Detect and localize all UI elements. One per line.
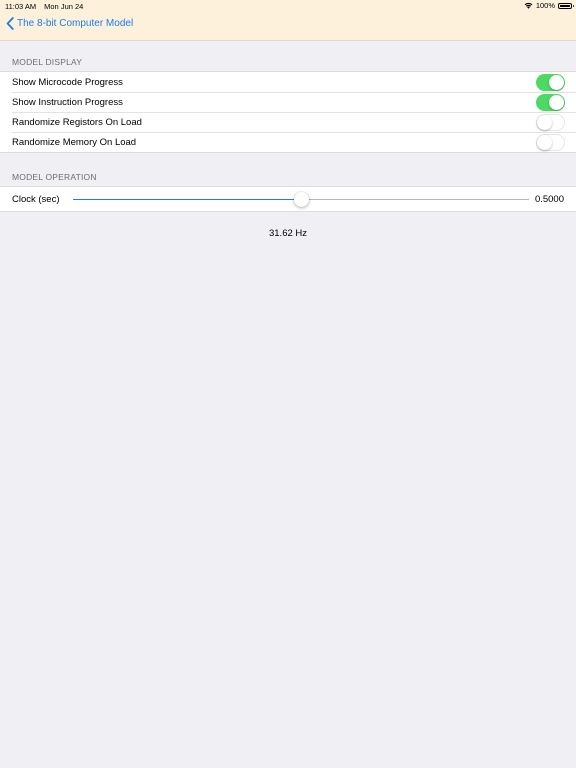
row-show-microcode-progress: Show Microcode Progress: [0, 72, 576, 92]
battery-icon: [558, 2, 574, 9]
clock-label: Clock (sec): [12, 193, 60, 205]
row-label: Randomize Memory On Load: [12, 136, 137, 148]
status-bar: 11:03 AM Mon Jun 24 100%: [0, 0, 576, 11]
wifi-icon: [524, 2, 533, 9]
clock-value: 0.5000: [534, 194, 564, 205]
row-randomize-registors: Randomize Registors On Load: [0, 112, 576, 132]
model-operation-header: MODEL OPERATION: [12, 172, 97, 182]
frequency-readout: 31.62 Hz: [268, 228, 308, 239]
randomize-memory-toggle[interactable]: [536, 134, 565, 151]
row-label: Show Instruction Progress: [12, 96, 123, 108]
back-button[interactable]: The 8-bit Computer Model: [6, 17, 133, 30]
back-button-label: The 8-bit Computer Model: [17, 18, 134, 29]
row-label: Randomize Registors On Load: [12, 116, 142, 128]
clock-slider[interactable]: [73, 192, 529, 207]
show-microcode-progress-toggle[interactable]: [536, 74, 565, 91]
show-instruction-progress-toggle[interactable]: [536, 94, 565, 111]
clock-slider-fill: [73, 199, 301, 200]
row-show-instruction-progress: Show Instruction Progress: [0, 92, 576, 112]
clock-slider-thumb[interactable]: [293, 192, 309, 207]
row-label: Show Microcode Progress: [12, 76, 123, 88]
battery-percent: 100%: [535, 1, 555, 10]
toggle-knob: [537, 135, 552, 150]
toggle-knob: [537, 115, 552, 130]
model-display-header: MODEL DISPLAY: [12, 57, 83, 67]
row-randomize-memory: Randomize Memory On Load: [0, 132, 576, 152]
navigation-bar: The 8-bit Computer Model: [0, 11, 576, 40]
toggle-knob: [549, 75, 564, 90]
randomize-registors-toggle[interactable]: [536, 114, 565, 131]
toggle-knob: [549, 95, 564, 110]
row-clock: Clock (sec) 0.5000: [0, 187, 576, 211]
model-operation-group: Clock (sec) 0.5000: [0, 186, 576, 212]
status-date: Mon Jun 24: [44, 2, 84, 11]
status-time: 11:03 AM: [5, 2, 37, 11]
top-bar: 11:03 AM Mon Jun 24 100% The 8-bit Compu…: [0, 0, 576, 41]
chevron-left-icon: [6, 17, 14, 30]
model-display-group: Show Microcode Progress Show Instruction…: [0, 71, 576, 153]
